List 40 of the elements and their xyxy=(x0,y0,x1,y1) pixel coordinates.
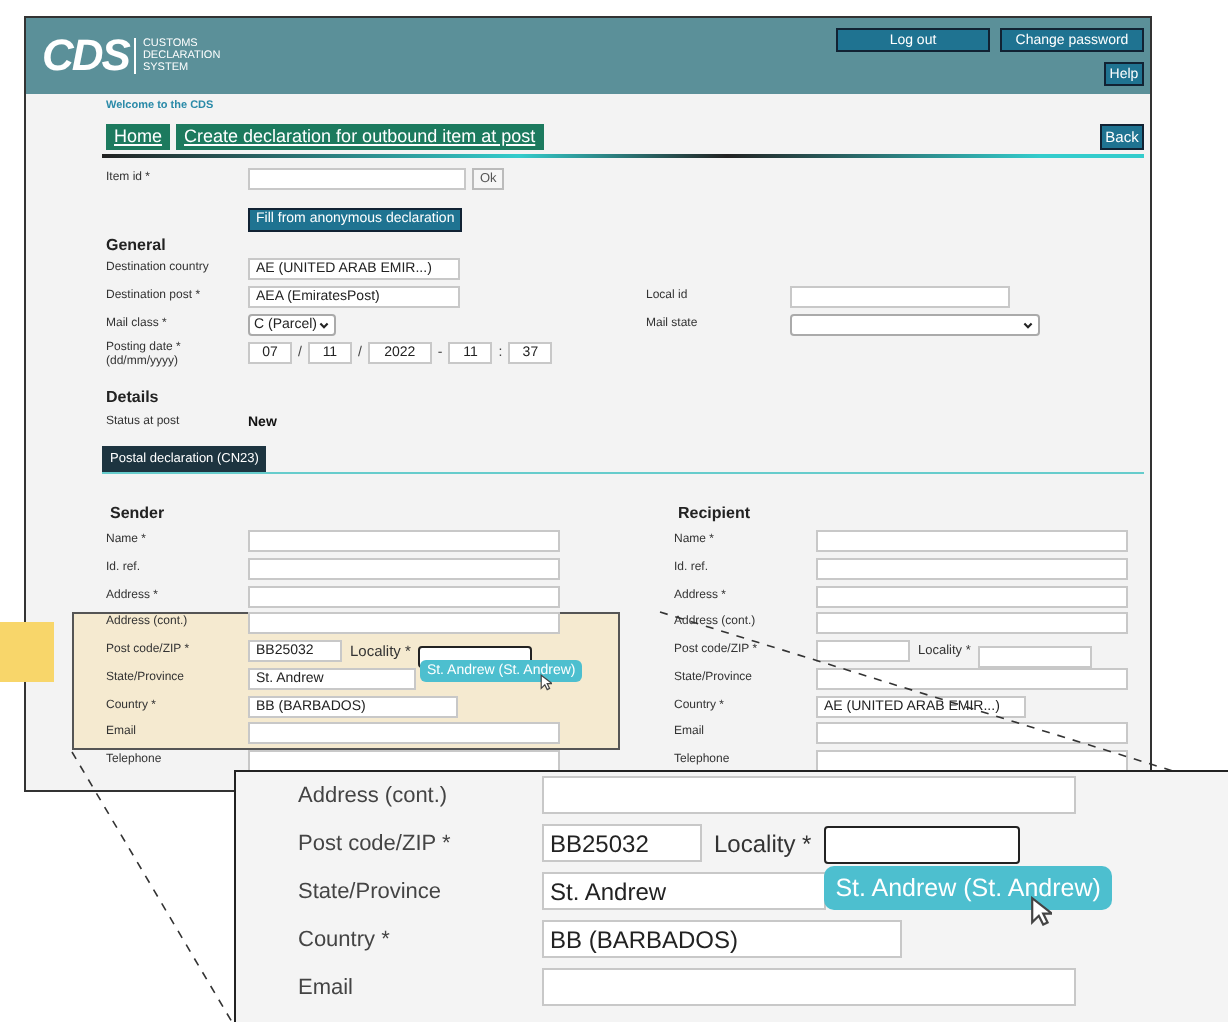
text-field[interactable]: St. Andrew xyxy=(542,872,826,910)
section-heading: General xyxy=(106,236,168,254)
field-label: Email xyxy=(298,975,356,999)
field-label: State/Province xyxy=(298,879,444,903)
text-field[interactable] xyxy=(816,585,1128,607)
breadcrumb-link[interactable]: Home xyxy=(106,124,171,150)
section-heading: Sender xyxy=(110,504,167,522)
text-field[interactable] xyxy=(816,722,1128,745)
text-field[interactable] xyxy=(542,968,1076,1006)
text-field[interactable]: BB (BARBADOS) xyxy=(542,920,902,958)
section-heading: Recipient xyxy=(678,504,753,522)
text-field[interactable] xyxy=(816,612,1128,635)
field-label: Post code/ZIP * xyxy=(298,831,453,855)
breadcrumb-link[interactable]: Create declaration for outbound item at post xyxy=(176,124,544,150)
text-field[interactable] xyxy=(248,530,560,552)
text-field[interactable] xyxy=(816,530,1128,552)
field-label: Country * xyxy=(298,927,392,951)
text-field[interactable] xyxy=(816,750,1128,772)
text-field[interactable] xyxy=(248,612,560,635)
text-field[interactable] xyxy=(248,750,560,772)
chevron-icon xyxy=(1022,319,1034,331)
text-field[interactable] xyxy=(542,776,1076,814)
logo-text: CDS xyxy=(42,30,129,82)
text-field[interactable] xyxy=(790,286,1010,308)
item-id-field[interactable] xyxy=(248,168,466,190)
section-heading: Details xyxy=(106,388,161,406)
cursor-icon xyxy=(539,674,552,691)
highlight-marker xyxy=(0,622,54,682)
select-field[interactable] xyxy=(790,314,1040,336)
locality-field[interactable] xyxy=(823,826,1020,864)
text-field[interactable] xyxy=(816,557,1128,580)
postcode-field[interactable]: BB25032 xyxy=(542,824,702,862)
field-label: Locality * xyxy=(714,829,812,857)
field-label: Address (cont.) xyxy=(298,783,450,807)
text-field[interactable] xyxy=(816,667,1128,690)
text-field[interactable] xyxy=(248,722,560,745)
text-field[interactable] xyxy=(248,557,560,580)
chevron-icon xyxy=(318,319,330,331)
text-field[interactable] xyxy=(248,585,560,607)
postcode-field[interactable] xyxy=(816,640,910,662)
